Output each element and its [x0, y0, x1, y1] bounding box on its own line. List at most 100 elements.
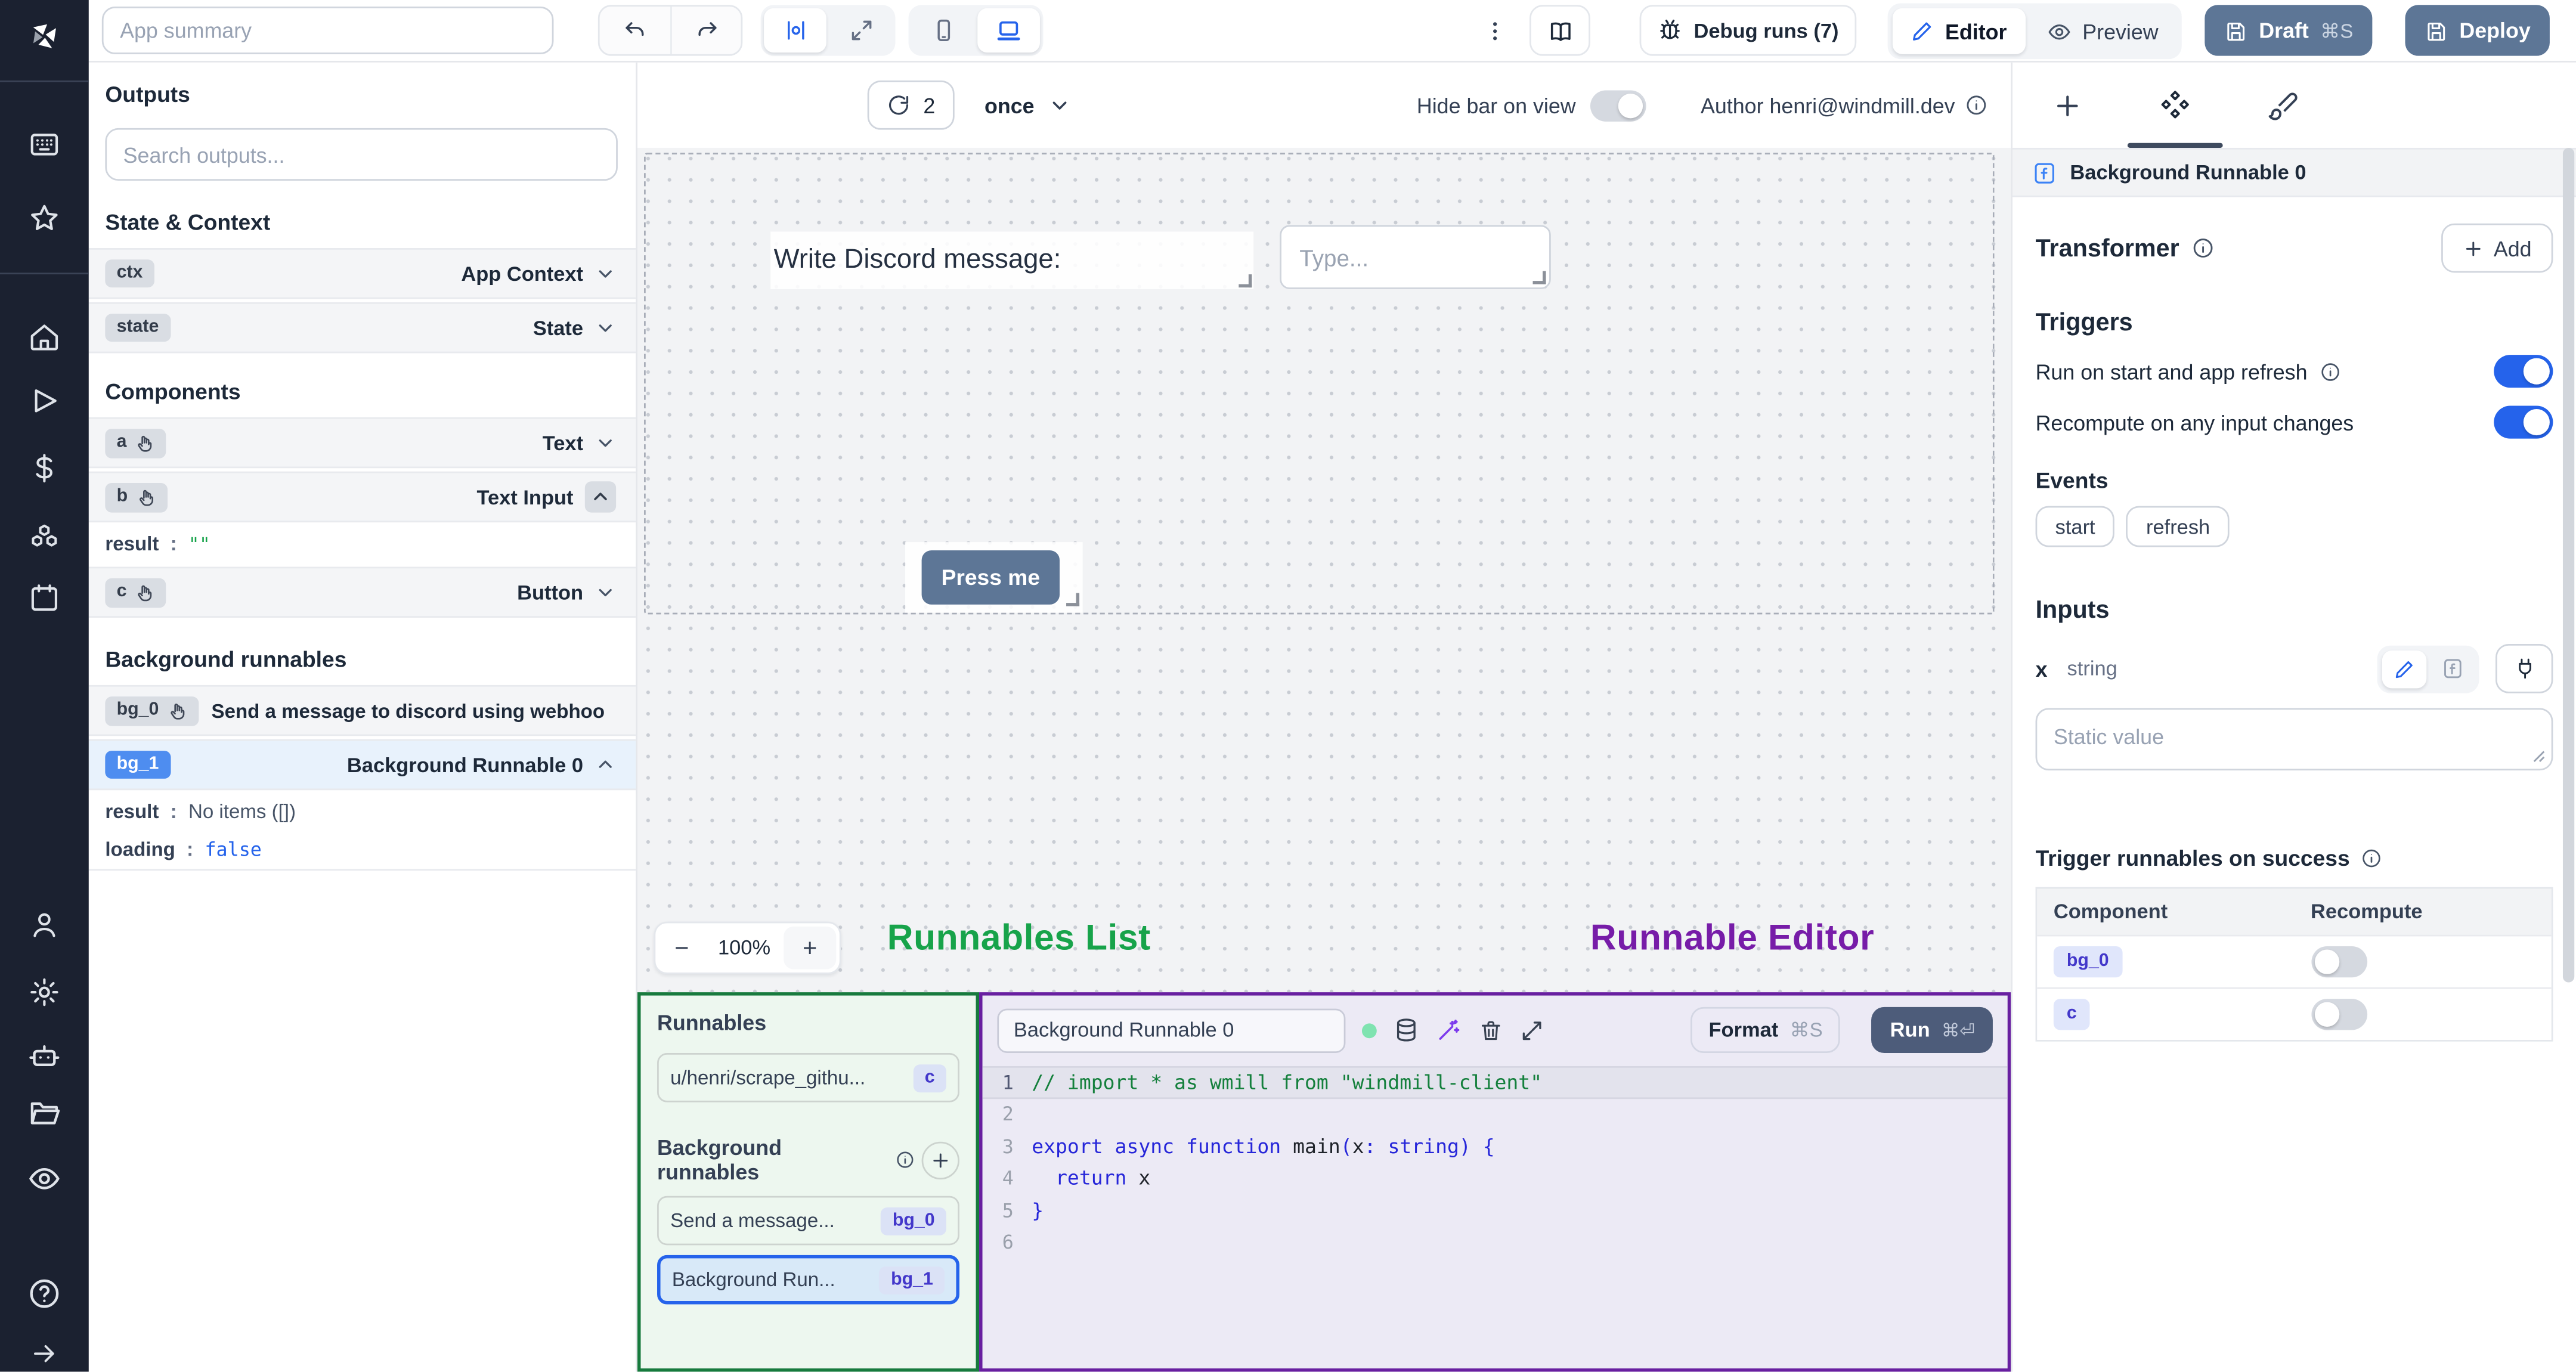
zoom-in-button[interactable]: +: [784, 926, 837, 970]
settings-gear-icon[interactable]: [28, 976, 61, 1009]
text-input-component[interactable]: [1280, 225, 1551, 289]
home-icon[interactable]: [28, 320, 61, 353]
redo-button[interactable]: [670, 7, 741, 54]
windmill-logo-icon[interactable]: [24, 17, 64, 56]
search-outputs-input[interactable]: [105, 128, 618, 181]
run-button[interactable]: Run ⌘⏎: [1872, 1006, 1993, 1054]
bg1-loading-row: loading: false: [88, 831, 636, 871]
chevron-down-icon[interactable]: [595, 317, 616, 339]
output-row-b[interactable]: b Text Input: [88, 471, 636, 523]
draft-button[interactable]: Draft ⌘S: [2205, 5, 2373, 56]
device-toggle-group: [908, 5, 1044, 56]
event-chip-start[interactable]: start: [2035, 506, 2115, 547]
debug-runs-button[interactable]: Debug runs (7): [1639, 5, 1857, 56]
refresh-count-button[interactable]: 2: [867, 80, 955, 130]
more-options-kebab-icon[interactable]: [1482, 11, 1508, 51]
code-line[interactable]: 4 return x: [983, 1162, 2008, 1194]
code-line[interactable]: 3 export async function main(x: string) {: [983, 1131, 2008, 1163]
chevron-down-icon[interactable]: [595, 263, 616, 284]
ai-wand-icon[interactable]: [1436, 1017, 1462, 1043]
output-row-ctx[interactable]: ctx App Context: [88, 248, 636, 299]
expand-editor-icon[interactable]: [1519, 1018, 1544, 1042]
app-canvas[interactable]: Write Discord message: Press me − 100% +…: [637, 147, 2011, 993]
expr-mode-function-icon[interactable]: [2430, 650, 2474, 687]
undo-button[interactable]: [600, 7, 670, 54]
tab-preview[interactable]: Preview: [2028, 8, 2176, 54]
audit-eye-icon[interactable]: [27, 1162, 61, 1196]
add-runnable-button[interactable]: [921, 1141, 959, 1179]
variables-dollar-icon[interactable]: [28, 452, 61, 485]
runnable-item-script[interactable]: u/henri/scrape_githu... c: [657, 1053, 959, 1102]
app-summary-input[interactable]: [101, 7, 554, 54]
folders-icon[interactable]: [27, 1096, 61, 1131]
runnable-item-bg0[interactable]: Send a message... bg_0: [657, 1196, 959, 1246]
tab-editor[interactable]: Editor: [1892, 8, 2025, 54]
runnable-item-bg1-selected[interactable]: Background Run... bg_1: [657, 1255, 959, 1305]
add-transformer-button[interactable]: Add: [2441, 223, 2553, 273]
chevron-up-icon[interactable]: [595, 754, 616, 776]
favorites-star-icon[interactable]: [28, 202, 61, 235]
recompute-toggle-c[interactable]: [2311, 999, 2367, 1030]
zoom-out-button[interactable]: −: [655, 923, 708, 973]
canvas-grid-container[interactable]: Write Discord message: Press me: [643, 153, 1995, 615]
users-person-icon[interactable]: [28, 909, 61, 941]
recompute-toggle-bg0[interactable]: [2311, 946, 2367, 978]
static-mode-pencil-icon[interactable]: [2382, 649, 2427, 688]
code-line[interactable]: 2: [983, 1098, 2008, 1131]
outputs-panel: Outputs State & Context ctx App Context …: [88, 62, 637, 1372]
fullscreen-button[interactable]: [829, 8, 892, 52]
triggers-title: Triggers: [2035, 308, 2133, 337]
delete-trash-icon[interactable]: [1479, 1018, 1503, 1042]
top-toolbar: Debug runs (7) Editor Preview Draft⌘S De…: [88, 0, 2576, 63]
collapse-arrow-icon[interactable]: [30, 1339, 60, 1368]
mobile-view-button[interactable]: [912, 8, 974, 52]
code-line[interactable]: 6: [983, 1227, 2008, 1259]
event-chip-refresh[interactable]: refresh: [2126, 506, 2230, 547]
connect-plug-icon[interactable]: [2495, 643, 2553, 693]
desktop-view-button[interactable]: [977, 8, 1040, 53]
textarea-resize-grip[interactable]: [2532, 749, 2547, 764]
resize-handle[interactable]: [1066, 593, 1080, 606]
schedules-calendar-icon[interactable]: [28, 581, 61, 614]
workers-robot-icon[interactable]: [27, 1038, 61, 1073]
resources-cubes-icon[interactable]: [26, 518, 63, 554]
runs-play-icon[interactable]: [28, 385, 61, 417]
tab-settings-diamonds-icon[interactable]: [2159, 89, 2191, 122]
bg1-loading-value: false: [205, 838, 262, 861]
chevron-down-icon[interactable]: [595, 581, 616, 603]
help-question-icon[interactable]: [27, 1277, 61, 1311]
scrollbar-thumb[interactable]: [2562, 147, 2575, 983]
code-line[interactable]: 1 // import * as wmill from "windmill-cli…: [982, 1066, 2008, 1098]
cache-database-icon[interactable]: [1393, 1017, 1419, 1043]
chevron-up-icon[interactable]: [584, 481, 617, 513]
format-button[interactable]: Format ⌘S: [1690, 1006, 1841, 1054]
output-row-state[interactable]: state State: [88, 302, 636, 354]
static-value-textarea[interactable]: [2035, 708, 2553, 771]
info-icon[interactable]: [2361, 848, 2383, 869]
output-row-bg1-selected[interactable]: bg_1 Background Runnable 0: [88, 739, 636, 791]
text-component[interactable]: Write Discord message:: [770, 231, 1254, 289]
apps-icon[interactable]: [28, 128, 61, 161]
selected-runnable-header: Background Runnable 0: [2012, 147, 2576, 197]
docs-book-button[interactable]: [1529, 5, 1590, 56]
recompute-toggle[interactable]: [2494, 405, 2553, 439]
runnable-name-input[interactable]: [997, 1008, 1346, 1052]
schedule-dropdown[interactable]: once: [984, 93, 1070, 117]
hide-bar-toggle[interactable]: [1590, 89, 1647, 121]
run-on-start-toggle[interactable]: [2494, 355, 2553, 388]
code-line[interactable]: 5}: [983, 1194, 2008, 1227]
output-row-bg0[interactable]: bg_0 Send a message to discord using web…: [88, 685, 636, 736]
press-me-button[interactable]: Press me: [921, 550, 1060, 605]
tab-theme-brush-icon[interactable]: [2267, 89, 2298, 120]
info-icon[interactable]: [2191, 237, 2214, 260]
align-center-button[interactable]: [764, 8, 826, 53]
resize-handle[interactable]: [1532, 271, 1546, 284]
tab-insert-plus-icon[interactable]: [2052, 89, 2083, 120]
chevron-down-icon[interactable]: [595, 432, 616, 454]
code-lines[interactable]: 1 // import * as wmill from "windmill-cli…: [982, 1066, 2008, 1368]
deploy-button[interactable]: Deploy: [2405, 5, 2550, 56]
output-row-a[interactable]: a Text: [88, 417, 636, 469]
info-icon[interactable]: [2319, 361, 2340, 382]
output-row-c[interactable]: c Button: [88, 566, 636, 618]
resize-handle[interactable]: [1239, 274, 1252, 288]
